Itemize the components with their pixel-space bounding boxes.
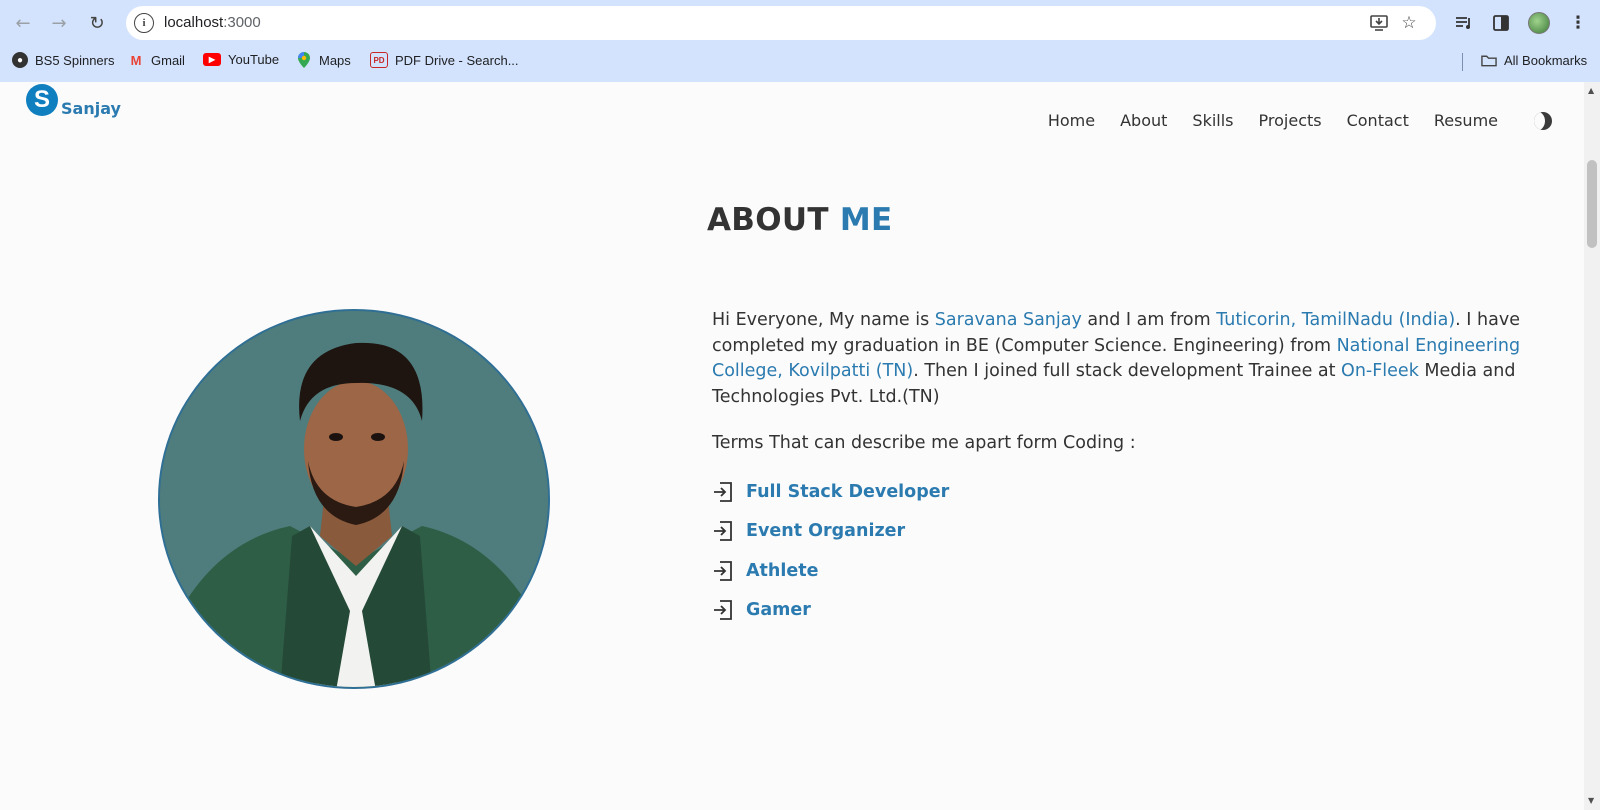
terms-title: Terms That can describe me apart form Co… [712,433,1136,453]
bookmark-label: YouTube [228,52,280,67]
url-port: :3000 [223,14,261,31]
bookmark-star-icon[interactable]: ☆ [1398,13,1420,33]
terms-list: Full Stack Developer Event Organizer Ath… [712,472,949,630]
bookmark-label: BS5 Spinners [35,52,115,68]
all-bookmarks-button[interactable]: All Bookmarks [1481,52,1587,68]
profile-photo [158,309,550,689]
about-text: . Then I joined full stack development T… [913,361,1342,381]
nav-resume[interactable]: Resume [1434,111,1498,130]
term-label: Athlete [746,560,819,581]
about-text: Hi Everyone, My name is [712,310,935,330]
term-label: Full Stack Developer [746,481,950,502]
site-logo[interactable]: S Sanjay [26,84,121,118]
bookmark-label: PDF Drive - Search... [395,52,519,68]
vertical-scrollbar[interactable]: ▲ ▼ [1584,82,1600,810]
maps-icon [296,52,312,68]
pdf-drive-icon: PD [370,52,388,68]
bookmark-label: Gmail [151,52,185,68]
gmail-icon: M [130,52,142,68]
arrow-box-right-icon [714,560,732,581]
list-item: Full Stack Developer [712,472,949,512]
url-text[interactable]: localhost:3000 [164,14,261,31]
heading-main: ABOUT [707,202,829,238]
scroll-down-icon[interactable]: ▼ [1588,796,1594,805]
all-bookmarks-label: All Bookmarks [1504,52,1588,68]
folder-icon [1481,52,1497,68]
bookmark-maps[interactable]: Maps [296,52,351,68]
nav-contact[interactable]: Contact [1347,111,1409,130]
browser-chrome: ← → ↻ i localhost:3000 ☆ ⋮ ● BS5 Spinner… [0,0,1600,82]
nav-about[interactable]: About [1120,111,1167,130]
youtube-icon: ▶ [203,53,221,66]
bookmark-label: Maps [319,52,351,68]
main-nav: Home About Skills Projects Contact Resum… [1048,111,1498,130]
reload-icon[interactable]: ↻ [84,10,110,36]
media-control-icon[interactable] [1452,11,1476,35]
profile-avatar[interactable] [1528,12,1550,34]
bookmarks-separator [1462,53,1463,71]
list-item: Athlete [712,551,949,591]
nav-projects[interactable]: Projects [1259,111,1322,130]
term-label: Event Organizer [746,521,906,542]
globe-icon: ● [12,52,28,68]
bookmarks-bar: ● BS5 Spinners M Gmail ▶ YouTube Maps PD… [0,49,1600,75]
about-heading: ABOUT ME [707,202,893,238]
back-arrow-icon[interactable]: ← [10,10,36,36]
forward-arrow-icon[interactable]: → [46,10,72,36]
nav-home[interactable]: Home [1048,111,1095,130]
more-menu-icon[interactable]: ⋮ [1566,11,1590,35]
arrow-box-right-icon [714,521,732,542]
side-panel-icon[interactable] [1489,11,1513,35]
bookmark-pdf-drive[interactable]: PD PDF Drive - Search... [370,52,519,68]
scroll-up-icon[interactable]: ▲ [1588,86,1594,95]
theme-toggle-moon-icon[interactable] [1534,112,1552,130]
bookmark-bs5-spinners[interactable]: ● BS5 Spinners [12,52,115,68]
page-content: S Sanjay Home About Skills Projects Cont… [0,82,1584,810]
install-app-icon[interactable] [1368,13,1390,33]
list-item: Gamer [712,591,949,631]
highlight-name: Saravana Sanjay [934,310,1082,330]
highlight-place: Tuticorin, TamilNadu (India) [1216,310,1456,330]
nav-skills[interactable]: Skills [1192,111,1233,130]
term-label: Gamer [746,600,811,621]
bookmark-youtube[interactable]: ▶ YouTube [203,52,279,67]
about-text: and I am from [1081,310,1217,330]
scroll-thumb[interactable] [1587,160,1597,248]
arrow-box-right-icon [714,600,732,621]
url-host: localhost [164,14,224,31]
address-bar[interactable]: i localhost:3000 ☆ [126,6,1436,40]
list-item: Event Organizer [712,512,949,552]
heading-highlight: ME [839,202,893,238]
logo-badge: S [26,84,58,116]
logo-text: Sanjay [61,99,121,118]
site-info-icon[interactable]: i [134,13,154,33]
bookmark-gmail[interactable]: M Gmail [128,52,185,68]
highlight-company: On-Fleek [1341,361,1419,381]
arrow-box-right-icon [714,481,732,502]
about-paragraph: Hi Everyone, My name is Saravana Sanjay … [712,308,1577,410]
